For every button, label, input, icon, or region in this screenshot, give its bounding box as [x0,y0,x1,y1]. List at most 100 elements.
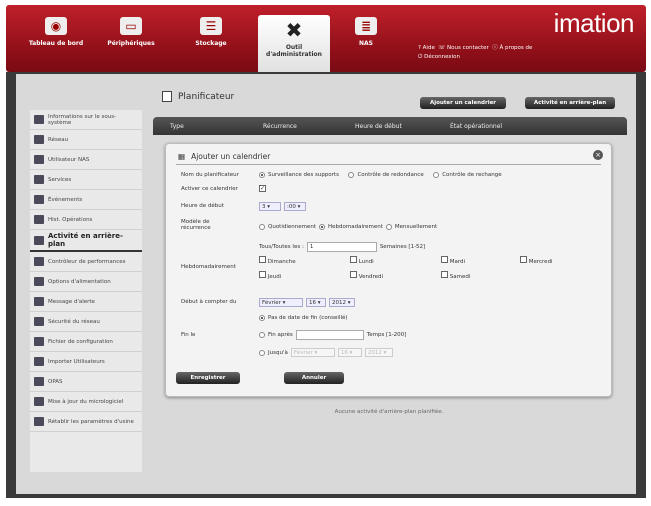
sidebar-item-config-file[interactable]: Fichier de configuration [30,332,142,352]
end-after-input[interactable] [295,330,364,340]
activity-icon [34,235,44,245]
radio-monthly[interactable] [385,224,392,230]
option-label: Contrôle de redondance [357,172,424,178]
no-end-label: Pas de date de fin (conseillé) [268,315,348,321]
option-label: Surveillance des supports [268,172,339,178]
radio-end-after[interactable] [259,332,265,338]
sidebar-item-firmware[interactable]: Mise à jour du micrologiciel [30,392,142,412]
sidebar-item-events[interactable]: Événements [30,190,142,210]
day-wednesday[interactable]: Mercredi [520,256,590,265]
start-month-select[interactable]: Février ▾ [259,298,303,307]
sidebar-item-reset[interactable]: Rétablir les paramètres d'usine [30,412,142,432]
minute-select[interactable]: :00 ▾ [284,202,306,211]
firmware-icon [34,397,44,406]
server-icon: ≣ [355,17,377,35]
contact-link[interactable]: ☏ Nous contacter [438,45,488,51]
radio-daily[interactable] [259,224,265,230]
sidebar-item-network[interactable]: Réseau [30,130,142,150]
start-time-label: Heure de début [181,203,224,209]
nav-label: Tableau de bord [28,40,84,47]
radio-media-scan[interactable] [259,172,265,178]
cancel-button[interactable]: Annuler [284,372,344,384]
top-header: ◉ Tableau de bord ▭ Périphériques ☰ Stockag… [6,5,646,79]
enable-checkbox[interactable]: ✓ [259,185,266,192]
until-label: Jusqu'à [268,349,288,356]
radio-spare-check[interactable] [433,172,440,178]
nav-label: Périphériques [107,40,155,47]
hour-select[interactable]: 3 ▾ [259,202,281,211]
day-thursday[interactable]: Jeudi [259,271,347,280]
sidebar-item-label: Réseau [48,136,69,143]
sidebar-item-performance[interactable]: Contrôleur de performances [30,252,142,272]
radio-redundancy-check[interactable] [348,172,355,178]
add-calendar-dialog: ▦ Ajouter un calendrier × Nom du planific… [165,143,612,397]
start-year-select[interactable]: 2012 ▾ [329,298,355,307]
sidebar-item-import-users[interactable]: Importer Utilisateurs [30,352,142,372]
save-button[interactable]: Enregistrer [176,372,240,384]
calendar-icon: ▦ [178,152,186,161]
sidebar-item-label: Rétablir les paramètres d'usine [48,418,134,425]
about-link[interactable]: ⓘ À propos de [492,45,532,51]
option-label: Hebdomadairement [328,224,383,230]
column-recurrence[interactable]: Récurrence [263,123,297,130]
day-sunday[interactable]: Dimanche [259,256,347,265]
nav-label: NAS [359,40,373,47]
background-activity-button[interactable]: Activité en arrière-plan [525,97,615,109]
sidebar-item-user[interactable]: Utilisateur NAS [30,150,142,170]
radio-until[interactable] [259,349,265,356]
day-saturday[interactable]: Samedi [441,271,517,280]
until-month-select[interactable]: Février ▾ [290,348,335,357]
logout-link[interactable]: ⏻ Déconnexion [418,54,460,60]
column-type[interactable]: Type [170,123,184,130]
radio-no-end-date[interactable] [259,315,265,321]
help-link[interactable]: ? Aide [418,45,435,51]
radio-weekly[interactable] [319,224,326,230]
nav-nas[interactable]: ≣ NAS [331,15,401,47]
history-icon [34,215,44,224]
services-icon [34,175,44,184]
sidebar-item-label: Message d'alerte [48,298,95,305]
scheduler-name-options: Surveillance des supports Contrôle de re… [259,172,502,178]
sidebar-item-activity[interactable]: Activité en arrière-plan [30,230,142,252]
nav-storage[interactable]: ☰ Stockage [176,15,246,47]
until-year-select[interactable]: 2012 ▾ [364,348,393,357]
add-calendar-button[interactable]: Ajouter un calendrier [420,97,506,109]
column-start-time[interactable]: Heure de début [355,123,402,130]
security-icon [34,317,44,326]
day-friday[interactable]: Vendredi [350,271,438,280]
calendar-icon [162,91,172,102]
sidebar-item-history[interactable]: Hist. Opérations [30,210,142,230]
start-day-select[interactable]: 16 ▾ [306,298,326,307]
nav-dashboard[interactable]: ◉ Tableau de bord [21,15,91,47]
storage-icon: ☰ [200,17,222,35]
sidebar-item-services[interactable]: Services [30,170,142,190]
sidebar-item-label: Utilisateur NAS [48,156,90,163]
sidebar-item-opas[interactable]: OPAS [30,372,142,392]
opas-icon [34,377,44,386]
day-tuesday[interactable]: Mardi [441,256,517,265]
every-prefix: Tous/Toutes les : [259,244,304,250]
until-day-select[interactable]: 16 ▾ [337,348,362,357]
sidebar-item-security[interactable]: Sécurité du réseau [30,312,142,332]
close-icon[interactable]: × [593,150,603,160]
table-header: Type Récurrence Heure de début État opér… [153,117,627,135]
sidebar-item-label: Services [48,176,72,183]
sidebar-item-info[interactable]: Informations sur le sous-système [30,110,142,130]
every-suffix: Semaines [1-52] [379,244,426,250]
nav-admin-tools[interactable]: ✖ Outil d'administration [258,15,330,79]
column-status[interactable]: État opérationnel [450,123,502,130]
sidebar-item-power[interactable]: Options d'alimentation [30,272,142,292]
power-icon [34,277,44,286]
divider [176,164,601,165]
every-weeks-input[interactable]: 1 [306,242,377,252]
network-icon [34,135,44,144]
title-text: Planificateur [178,91,235,102]
sidebar-item-alert[interactable]: Message d'alerte [30,292,142,312]
minute-value: :00 [287,204,296,210]
alert-icon [34,297,44,306]
sidebar-item-label: Options d'alimentation [48,278,111,285]
recurrence-label: Modèle de récurrence [181,219,211,231]
sidebar-item-label: Contrôleur de performances [48,258,126,265]
nav-devices[interactable]: ▭ Périphériques [96,15,166,47]
day-monday[interactable]: Lundi [350,256,438,265]
